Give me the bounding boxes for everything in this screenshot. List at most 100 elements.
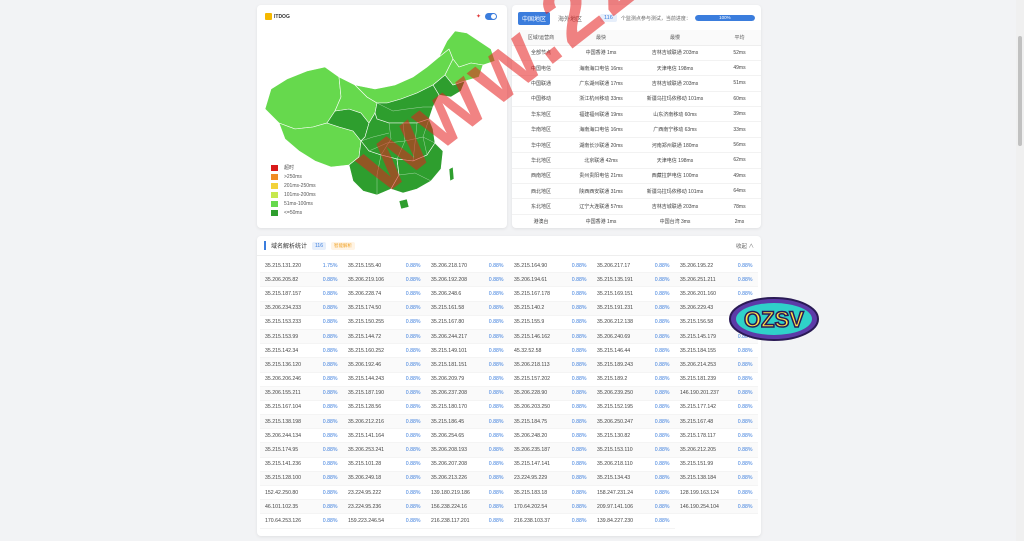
dns-percent: 0.88% xyxy=(737,276,753,283)
dns-entry: 35.206.203.250 0.88% xyxy=(509,400,592,416)
dns-percent: 0.88% xyxy=(405,333,421,340)
dns-entry: 35.206.235.187 0.88% xyxy=(509,443,592,458)
dns-entry: 35.215.138.198 0.88% xyxy=(260,415,343,430)
dns-entry: 35.206.195.22 0.88% xyxy=(675,259,758,274)
dns-entry: 35.215.142.34 0.88% xyxy=(260,344,343,359)
dns-percent: 0.88% xyxy=(571,361,587,368)
dns-percent: 0.88% xyxy=(405,475,421,482)
dns-ip: 35.206.212.138 xyxy=(597,319,634,326)
dns-ip: 156.238.224.16 xyxy=(431,503,468,510)
dns-entry: 35.215.167.48 0.88% xyxy=(675,415,758,430)
dns-ip: 35.206.239.250 xyxy=(597,390,634,397)
dns-row: 35.215.174.95 0.88% 35.206.253.241 0.88% 35.… xyxy=(260,443,758,458)
dns-percent: 0.88% xyxy=(488,503,504,510)
latency-map-card: ITDOG ✦ 超时 >250ms 201ms-250ms 101ms-200m… xyxy=(257,5,507,228)
dns-row: 35.206.155.211 0.88% 35.215.187.190 0.88% 35… xyxy=(260,386,758,401)
dns-entry: 170.64.253.126 0.88% xyxy=(260,514,343,529)
dns-entry: 35.215.146.162 0.88% xyxy=(509,329,592,345)
average-cell: 62ms xyxy=(718,152,761,169)
average-cell: 60ms xyxy=(718,91,761,108)
dns-ip: 35.206.244.134 xyxy=(265,432,302,439)
dns-ip: 35.206.206.246 xyxy=(265,376,302,383)
dns-entry: 35.206.192.208 0.88% xyxy=(426,273,509,288)
dns-entry: 146.190.254.104 0.88% xyxy=(675,500,758,515)
dns-percent: 0.88% xyxy=(322,276,338,283)
dns-ip: 35.215.155.9 xyxy=(514,319,545,326)
progress-bar: 100% xyxy=(694,15,755,21)
dns-percent: 0.88% xyxy=(405,517,421,524)
dns-row: 35.215.131.220 1.75% 35.215.155.40 0.88% 35.… xyxy=(260,259,758,274)
average-cell: 78ms xyxy=(718,198,761,215)
dns-ip: 35.206.213.226 xyxy=(431,475,468,482)
dns-percent: 0.88% xyxy=(654,305,670,312)
dns-ip: 35.206.251.211 xyxy=(680,276,716,283)
header-average: 平均 xyxy=(718,30,761,46)
legend-item: 超时 xyxy=(271,163,316,172)
dns-ip: 35.215.157.202 xyxy=(514,376,551,383)
dns-entry: 35.215.160.252 0.88% xyxy=(343,344,426,359)
dns-ip: 35.215.187.190 xyxy=(348,390,385,397)
dns-entry: 35.215.147.141 0.88% xyxy=(509,457,592,472)
dns-percent: 0.88% xyxy=(488,276,504,283)
dns-ip: 35.215.144.243 xyxy=(348,376,385,383)
tab-overseas[interactable]: 海外地区 xyxy=(554,12,586,25)
dns-entry: 23.224.95.229 0.88% xyxy=(509,471,592,486)
header-slowest: 最慢 xyxy=(632,30,718,46)
dns-percent: 0.88% xyxy=(737,390,753,397)
dns-entry: 35.215.153.233 0.88% xyxy=(260,315,343,330)
dns-entry: 35.215.150.255 0.88% xyxy=(343,315,426,330)
region-cell: 西南地区 xyxy=(512,168,570,185)
dns-ip: 35.215.130.82 xyxy=(597,432,631,439)
dns-percent: 0.88% xyxy=(322,305,338,312)
dns-percent: 0.88% xyxy=(571,503,587,510)
dns-percent: 0.88% xyxy=(488,361,504,368)
average-cell: 49ms xyxy=(718,60,761,77)
dns-ip: 35.206.192.208 xyxy=(431,276,468,283)
tab-china[interactable]: 中国地区 xyxy=(518,11,551,25)
dns-ip: 35.206.194.61 xyxy=(514,276,548,283)
dns-percent: 0.88% xyxy=(488,376,504,383)
dns-entry: 170.64.202.54 0.88% xyxy=(509,500,592,515)
dns-ip: 35.206.234.233 xyxy=(265,305,302,312)
dns-row: 46.101.102.35 0.88% 23.224.95.236 0.88% 156.… xyxy=(260,500,758,515)
dns-percent: 0.88% xyxy=(571,333,587,340)
dns-entry: 35.206.218.110 0.88% xyxy=(592,457,675,472)
dns-ip: 35.215.181.239 xyxy=(680,376,717,383)
dns-percent: 0.88% xyxy=(571,262,587,269)
dns-ip: 35.206.237.208 xyxy=(431,390,468,397)
dns-title: 域名解析统计 xyxy=(271,244,308,250)
dns-percent: 0.88% xyxy=(571,276,587,283)
dns-percent: 0.88% xyxy=(322,489,338,496)
dns-percent: 0.88% xyxy=(737,447,753,454)
latency-stats-card: 中国地区 海外地区 116 个监测点参与测试，当前进度： 100% 区域/运营商… xyxy=(512,5,761,228)
page-scrollbar[interactable] xyxy=(1016,0,1024,541)
fastest-cell: 湖南长沙联通 20ms xyxy=(570,137,632,154)
dns-percent: 0.88% xyxy=(571,404,587,411)
dns-ip: 35.215.153.233 xyxy=(265,319,302,326)
dns-entry: 35.215.164.90 0.88% xyxy=(509,259,592,274)
dns-percent: 0.88% xyxy=(405,489,421,496)
dns-percent: 0.88% xyxy=(405,447,421,454)
dns-entry: 158.247.231.24 0.88% xyxy=(592,486,675,501)
collapse-button[interactable]: 收起 ∧ xyxy=(736,242,754,250)
dns-ip: 216.238.103.37 xyxy=(514,517,551,524)
dns-percent: 0.88% xyxy=(488,404,504,411)
dns-entry: 139.84.227.230 0.88% xyxy=(592,514,675,529)
dns-ip: 35.206.254.65 xyxy=(431,432,465,439)
dns-percent: 0.88% xyxy=(737,361,753,368)
region-tabs-bar: 中国地区 海外地区 116 个监测点参与测试，当前进度： 100% xyxy=(518,11,755,25)
dns-percent: 0.88% xyxy=(737,475,753,482)
dns-entry: 35.215.174.50 0.88% xyxy=(343,301,426,316)
slowest-cell: 吉林吉城联通 203ms xyxy=(632,45,718,61)
region-cell: 华东地区 xyxy=(512,106,570,123)
dns-entry: 35.206.248.6 0.88% xyxy=(426,287,509,302)
dns-percent: 0.88% xyxy=(405,262,421,269)
dns-entry: 209.97.141.106 0.88% xyxy=(592,500,675,515)
slowest-cell: 中国台湾 3ms xyxy=(632,214,718,228)
dns-entry: 35.206.218.113 0.88% xyxy=(509,358,592,373)
dns-ip: 35.215.142.34 xyxy=(265,347,299,354)
dns-percent: 0.88% xyxy=(488,305,504,312)
scrollbar-thumb[interactable] xyxy=(1018,36,1022,146)
dns-ip: 35.206.219.106 xyxy=(348,276,385,283)
dns-percent: 0.88% xyxy=(571,475,587,482)
